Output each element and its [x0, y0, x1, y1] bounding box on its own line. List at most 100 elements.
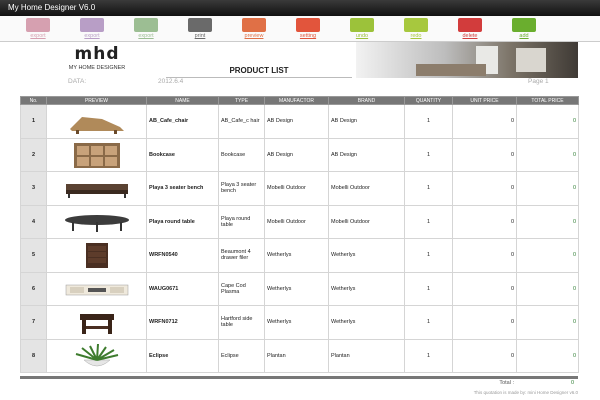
brand: AB Design [328, 137, 405, 172]
column-header: TYPE [218, 96, 265, 105]
total-price: 0 [516, 204, 579, 239]
toolbar-redo-button[interactable]: redo [396, 18, 436, 41]
manufacturer: AB Design [264, 104, 329, 139]
toolbar: export export export print preview setting und… [0, 16, 600, 42]
product-name: WAUG0671 [146, 271, 219, 306]
export-icon [26, 18, 50, 32]
toolbar-label: export [30, 33, 46, 39]
preview-cell [46, 305, 147, 340]
toolbar-preview-button[interactable]: preview [234, 18, 274, 41]
brand: AB Design [328, 104, 405, 139]
manufacturer: AB Design [264, 137, 329, 172]
header-info-row: DATA: 2012.6.4 Page 1 [20, 78, 578, 88]
toolbar-export-button[interactable]: export [126, 18, 166, 41]
quantity: 1 [404, 104, 453, 139]
row-number: 7 [20, 305, 47, 340]
toolbar-label: print [194, 33, 206, 39]
column-header: NAME [146, 96, 219, 105]
side-table-image [62, 308, 132, 336]
column-header: UNIT PRICE [452, 96, 517, 105]
toolbar-export-button[interactable]: export [18, 18, 58, 41]
product-name: Playa 3 seater bench [146, 171, 219, 206]
toolbar-label: add [519, 33, 529, 39]
total-value: 0 [570, 380, 574, 386]
column-header: MANUFACTOR [264, 96, 329, 105]
delete-icon [458, 18, 482, 32]
table-header-row: No. PREVIEW NAME TYPE MANUFACTOR BRAND QUANTIT… [20, 96, 579, 105]
unit-price: 0 [452, 338, 517, 373]
logo-text: MY HOME DESIGNER [68, 65, 126, 71]
toolbar-undo-button[interactable]: undo [342, 18, 382, 41]
manufacturer: Mobelli Outdoor [264, 204, 329, 239]
table-row[interactable]: 5 WRFN0540 Beaumont 4 drawer filer Wetherly… [20, 238, 579, 273]
toolbar-setting-button[interactable]: setting [288, 18, 328, 41]
toolbar-label: setting [299, 33, 317, 39]
report-header: mhd MY HOME DESIGNER PRODUCT LIST DATA: … [20, 42, 578, 96]
footer-divider [20, 376, 578, 379]
table-row[interactable]: 6 WAUG0671 Cape Cod Plasma Wetherlys Wetherl… [20, 271, 579, 306]
table-row[interactable]: 4 Playa round table Playa round table Mobel… [20, 204, 579, 239]
toolbar-delete-button[interactable]: delete [450, 18, 490, 41]
toolbar-export-button[interactable]: export [72, 18, 112, 41]
tv-cabinet-image [62, 275, 132, 303]
table-row[interactable]: 2 Bookcase Bookcase AB Design AB Design 1 0 0 [20, 137, 579, 172]
unit-price: 0 [452, 271, 517, 306]
product-table: No. PREVIEW NAME TYPE MANUFACTOR BRAND QUANTIT… [20, 96, 579, 373]
total-price: 0 [516, 171, 579, 206]
preview-cell [46, 338, 147, 373]
add-icon [512, 18, 536, 32]
product-name: Bookcase [146, 137, 219, 172]
row-number: 1 [20, 104, 47, 139]
preview-cell [46, 271, 147, 306]
preview-cell [46, 104, 147, 139]
column-header: QUANTITY [404, 96, 453, 105]
product-type: Playa round table [218, 204, 265, 239]
toolbar-label: redo [410, 33, 422, 39]
product-name: Playa round table [146, 204, 219, 239]
row-number: 3 [20, 171, 47, 206]
unit-price: 0 [452, 204, 517, 239]
preview-cell [46, 204, 147, 239]
window-title: My Home Designer V6.0 [8, 3, 96, 12]
brand: Wetherlys [328, 271, 405, 306]
lounge-chair-image [62, 107, 132, 135]
product-type: Hartford side table [218, 305, 265, 340]
brand: Plantan [328, 338, 405, 373]
product-name: WRFN0540 [146, 238, 219, 273]
preview-icon [242, 18, 266, 32]
table-row[interactable]: 7 WRFN0712 Hartford side table Wetherlys Wet… [20, 305, 579, 340]
toolbar-label: undo [355, 33, 369, 39]
column-header: PREVIEW [46, 96, 147, 105]
total-price: 0 [516, 338, 579, 373]
page-title: PRODUCT LIST [166, 66, 352, 78]
quantity: 1 [404, 238, 453, 273]
manufacturer: Plantan [264, 338, 329, 373]
brand: Mobelli Outdoor [328, 171, 405, 206]
product-type: Eclipse [218, 338, 265, 373]
table-row[interactable]: 1 AB_Cafe_chair AB_Cafe_c hair AB Design AB … [20, 104, 579, 139]
total-price: 0 [516, 104, 579, 139]
column-header: BRAND [328, 96, 405, 105]
toolbar-label: export [138, 33, 154, 39]
unit-price: 0 [452, 305, 517, 340]
logo: mhd MY HOME DESIGNER [48, 44, 146, 76]
toolbar-add-button[interactable]: add [504, 18, 544, 41]
manufacturer: Wetherlys [264, 271, 329, 306]
window-titlebar: My Home Designer V6.0 [0, 0, 600, 16]
product-type: Cape Cod Plasma [218, 271, 265, 306]
unit-price: 0 [452, 137, 517, 172]
bookcase-image [62, 141, 132, 169]
plant-image [62, 342, 132, 370]
row-number: 6 [20, 271, 47, 306]
column-header: No. [20, 96, 47, 105]
quantity: 1 [404, 137, 453, 172]
preview-cell [46, 137, 147, 172]
table-row[interactable]: 8 Eclipse Eclipse Plantan Plantan 1 0 0 [20, 338, 579, 373]
row-number: 8 [20, 338, 47, 373]
product-type: Playa 3 seater bench [218, 171, 265, 206]
column-header: TOTAL PRICE [516, 96, 579, 105]
row-number: 2 [20, 137, 47, 172]
total-price: 0 [516, 137, 579, 172]
table-row[interactable]: 3 Playa 3 seater bench Playa 3 seater benc… [20, 171, 579, 206]
toolbar-print-button[interactable]: print [180, 18, 220, 41]
